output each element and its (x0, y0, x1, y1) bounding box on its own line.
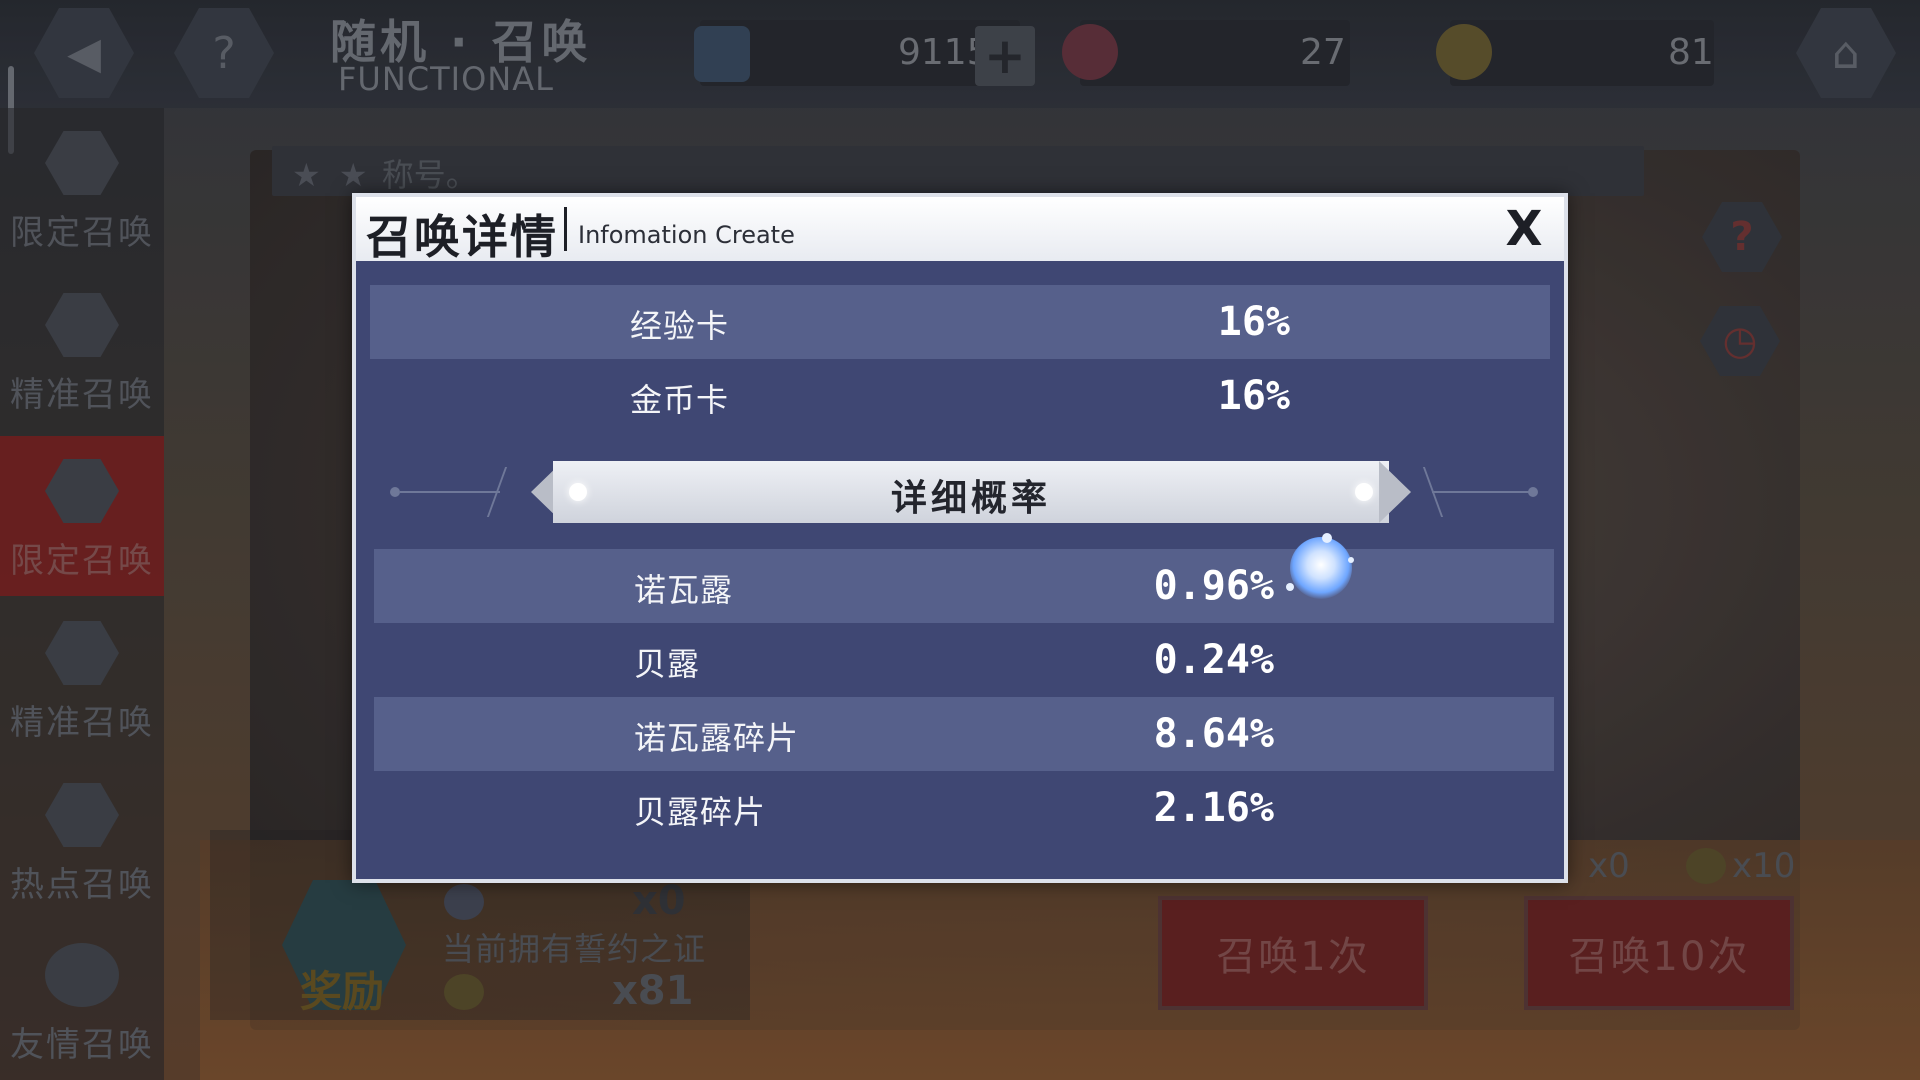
item-rate: 2.16% (1153, 785, 1274, 831)
modal-title: 召唤详情 (366, 210, 558, 264)
item-name: 诺瓦露 (634, 571, 734, 609)
rate-row: 贝露 0.24% (374, 623, 1554, 697)
rate-row: 诺瓦露 0.96% (374, 549, 1554, 623)
decorative-dot (390, 487, 400, 497)
sparkle-effect-icon (1290, 537, 1352, 599)
decorative-line (400, 491, 500, 493)
item-rate: 8.64% (1153, 711, 1274, 757)
summon-details-modal: 召唤详情 Infomation Create X 经验卡 16% 金币卡 16%… (352, 193, 1568, 883)
section-banner: 详细概率 (531, 461, 1411, 523)
item-name: 经验卡 (630, 307, 730, 345)
section-title: 详细概率 (890, 478, 1051, 519)
item-rate: 16% (1217, 373, 1290, 419)
close-button[interactable]: X (1502, 201, 1546, 257)
modal-subtitle: Infomation Create (578, 221, 795, 249)
rate-row: 经验卡 16% (370, 285, 1550, 359)
decorative-line (1432, 491, 1532, 493)
decorative-dot (1528, 487, 1538, 497)
item-rate: 0.24% (1153, 637, 1274, 683)
item-name: 贝露 (634, 645, 701, 683)
rate-row: 金币卡 16% (370, 359, 1550, 433)
item-name: 金币卡 (630, 381, 730, 419)
item-name: 诺瓦露碎片 (634, 719, 800, 757)
title-divider (564, 207, 567, 251)
rate-row: 贝露碎片 2.16% (374, 771, 1554, 845)
sparkle-dot (1322, 533, 1332, 543)
rate-row: 诺瓦露碎片 8.64% (374, 697, 1554, 771)
sparkle-dot (1348, 557, 1354, 563)
modal-header: 召唤详情 Infomation Create X (356, 197, 1564, 264)
item-rate: 16% (1217, 299, 1290, 345)
item-name: 贝露碎片 (634, 793, 767, 831)
sparkle-dot (1286, 583, 1294, 591)
item-rate: 0.96% (1153, 563, 1274, 609)
